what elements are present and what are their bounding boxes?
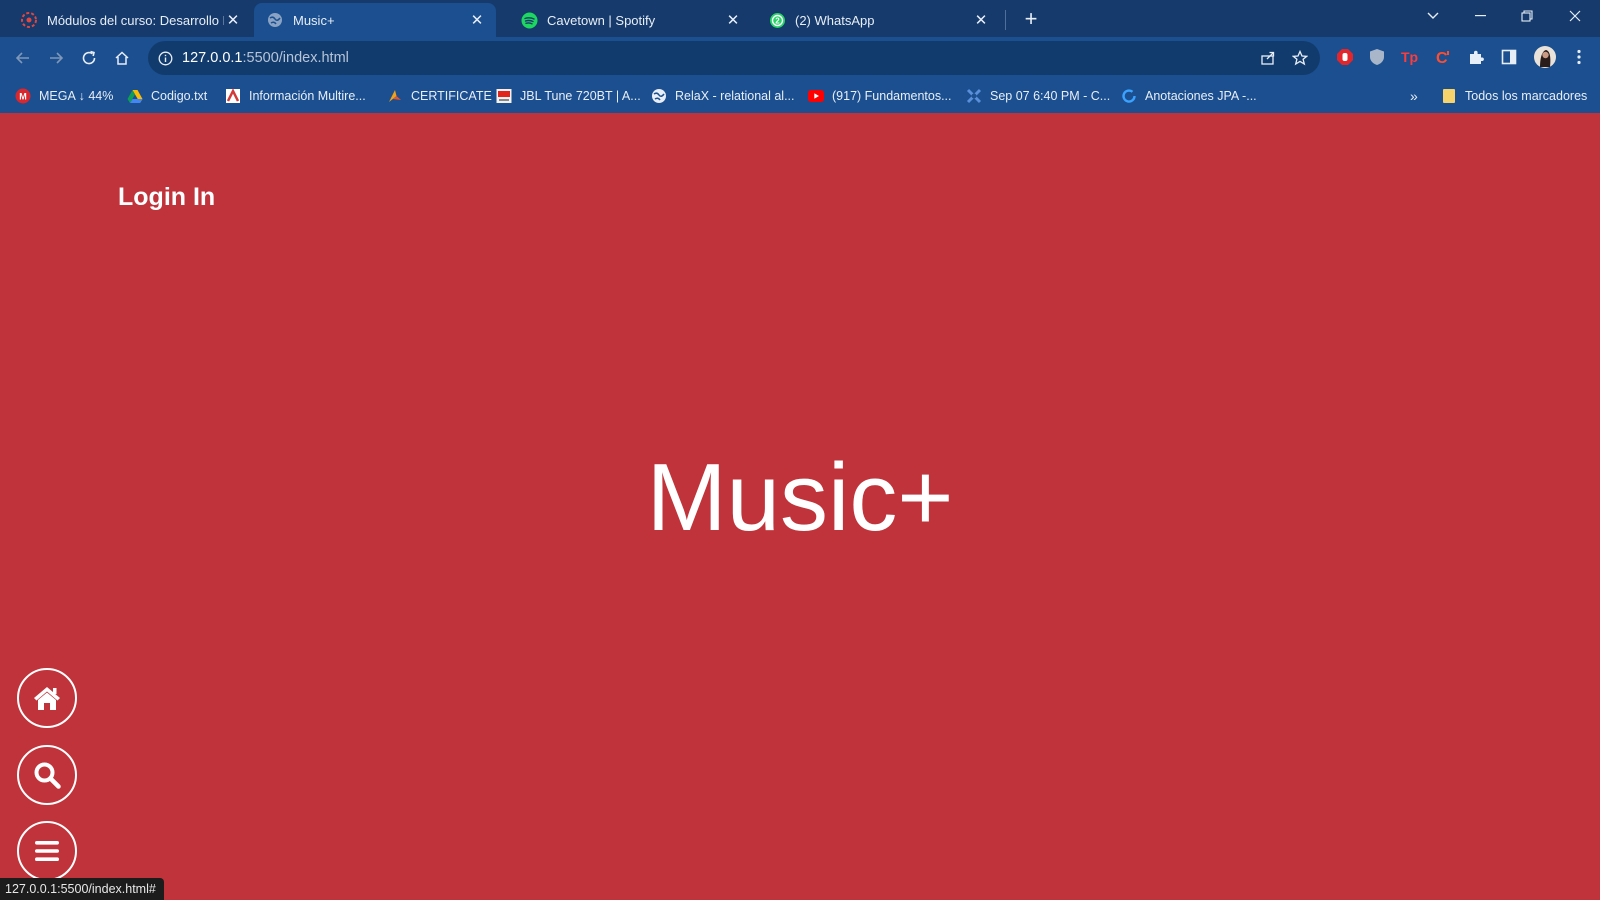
new-tab-button[interactable]: + xyxy=(1018,6,1044,32)
bookmark-label: Codigo.txt xyxy=(151,89,208,103)
info-icon[interactable] xyxy=(156,49,174,67)
close-icon[interactable]: ✕ xyxy=(468,11,486,29)
tab-title: (2) WhatsApp xyxy=(795,12,875,28)
arrow-left-icon xyxy=(15,52,29,64)
tab-strip: Módulos del curso: Desarrollo B ✕ Music+… xyxy=(0,0,1600,37)
home-icon xyxy=(115,51,129,65)
tab-title: Módulos del curso: Desarrollo B xyxy=(47,12,224,28)
bookmark-youtube[interactable]: (917) Fundamentos... xyxy=(808,85,952,107)
mega-icon: M xyxy=(15,88,31,104)
bookmark-anotaciones[interactable]: Anotaciones JPA -... xyxy=(1121,85,1257,107)
url-path: :5500/index.html xyxy=(242,50,349,66)
bookmark-label: CERTIFICATE xyxy=(411,89,492,103)
folder-icon xyxy=(1441,88,1457,104)
share-icon[interactable] xyxy=(1258,48,1278,68)
back-button[interactable] xyxy=(8,43,38,73)
tp-extension-icon[interactable]: Tp xyxy=(1399,46,1421,68)
adblock-extension-icon[interactable] xyxy=(1334,46,1356,68)
all-bookmarks-folder[interactable]: Todos los marcadores xyxy=(1441,85,1587,107)
menu-button[interactable] xyxy=(17,821,77,881)
bookmark-codigo[interactable]: Codigo.txt xyxy=(127,85,207,107)
bookmark-relax[interactable]: RelaX - relational al... xyxy=(651,85,795,107)
jbl-icon xyxy=(496,88,512,104)
minimize-icon xyxy=(1474,15,1486,17)
address-bar[interactable]: 127.0.0.1:5500/index.html xyxy=(148,41,1320,75)
reload-icon xyxy=(82,50,96,65)
certificate-icon xyxy=(387,88,403,104)
tab-spotify[interactable]: Cavetown | Spotify ✕ xyxy=(508,3,752,37)
tab-music-plus[interactable]: Music+ ✕ xyxy=(254,3,496,37)
sync-icon xyxy=(1121,88,1137,104)
forward-button[interactable] xyxy=(41,43,71,73)
side-panel-icon[interactable] xyxy=(1498,46,1520,68)
url-host: 127.0.0.1 xyxy=(182,50,243,66)
bookmark-label: MEGA ↓ 44% xyxy=(39,89,114,103)
browser-toolbar: 127.0.0.1:5500/index.html Tp C xyxy=(0,37,1600,78)
login-link[interactable]: Login In xyxy=(118,183,215,212)
puzzle-icon[interactable] xyxy=(1465,46,1487,68)
kebab-menu-icon[interactable] xyxy=(1568,46,1590,68)
restore-icon xyxy=(1521,10,1533,22)
svg-text:M: M xyxy=(19,92,27,102)
search-button[interactable] xyxy=(17,745,77,805)
close-icon[interactable]: ✕ xyxy=(224,11,242,29)
tab-separator xyxy=(1005,10,1006,30)
browser-chrome: Módulos del curso: Desarrollo B ✕ Music+… xyxy=(0,0,1600,113)
bookmarks-bar: M MEGA ↓ 44% Codigo.txt Información Mult… xyxy=(0,78,1600,113)
tab-title: Music+ xyxy=(293,12,335,28)
chevron-down-icon xyxy=(1427,12,1439,19)
youtube-icon xyxy=(808,88,824,104)
bookmark-mega[interactable]: M MEGA ↓ 44% xyxy=(15,85,113,107)
tab-course[interactable]: Módulos del curso: Desarrollo B ✕ xyxy=(8,3,252,37)
tab-title: Cavetown | Spotify xyxy=(547,12,656,28)
close-icon xyxy=(1569,10,1581,22)
status-bar-url: 127.0.0.1:5500/index.html# xyxy=(0,878,164,900)
spotify-icon xyxy=(520,11,538,29)
drive-icon xyxy=(127,88,143,104)
whatsapp-icon: 2 xyxy=(768,11,786,29)
bookmark-label: RelaX - relational al... xyxy=(675,89,795,103)
minimize-button[interactable] xyxy=(1457,0,1503,32)
bookmark-informacion[interactable]: Información Multire... xyxy=(225,85,366,107)
bookmark-label: (917) Fundamentos... xyxy=(832,89,952,103)
bookmark-label: Sep 07 6:40 PM - C... xyxy=(990,89,1111,103)
close-icon[interactable]: ✕ xyxy=(724,11,742,29)
bookmark-jbl[interactable]: JBL Tune 720BT | A... xyxy=(496,85,641,107)
close-window-button[interactable] xyxy=(1552,0,1598,32)
bookmark-label: Todos los marcadores xyxy=(1465,89,1588,103)
avatar[interactable] xyxy=(1532,44,1558,70)
tab-search-button[interactable] xyxy=(1410,0,1456,32)
bookmarks-overflow-button[interactable]: » xyxy=(1410,85,1418,107)
hero-title: Music+ xyxy=(646,444,954,551)
bookmark-label: JBL Tune 720BT | A... xyxy=(520,89,641,103)
close-icon[interactable]: ✕ xyxy=(972,11,990,29)
bookmark-label: Anotaciones JPA -... xyxy=(1145,89,1257,103)
search-icon xyxy=(34,762,61,789)
bookmark-certificate[interactable]: CERTIFICATE xyxy=(387,85,492,107)
course-icon xyxy=(20,11,38,29)
meeting-icon xyxy=(966,88,982,104)
arrow-right-icon xyxy=(50,52,64,64)
svg-text:Tp: Tp xyxy=(1401,49,1418,65)
c-extension-icon[interactable]: C xyxy=(1432,46,1454,68)
page-content: Login In Music+ xyxy=(0,113,1600,900)
reload-button[interactable] xyxy=(74,43,104,73)
shield-extension-icon[interactable] xyxy=(1366,46,1388,68)
home-icon xyxy=(34,687,60,710)
svg-text:C: C xyxy=(1436,50,1448,66)
address-url[interactable]: 127.0.0.1:5500/index.html xyxy=(182,50,349,66)
home-button[interactable] xyxy=(17,668,77,728)
bookmark-page-icon xyxy=(225,88,241,104)
home-button[interactable] xyxy=(107,43,137,73)
bookmark-label: Información Multire... xyxy=(249,89,366,103)
restore-button[interactable] xyxy=(1504,0,1550,32)
svg-text:2: 2 xyxy=(775,16,780,25)
bookmarks-overflow-label: » xyxy=(1410,88,1418,104)
tab-whatsapp[interactable]: 2 (2) WhatsApp ✕ xyxy=(756,3,1000,37)
globe-icon xyxy=(266,11,284,29)
star-icon[interactable] xyxy=(1290,48,1310,68)
globe-icon xyxy=(651,88,667,104)
menu-icon xyxy=(35,841,59,861)
bookmark-meeting[interactable]: Sep 07 6:40 PM - C... xyxy=(966,85,1110,107)
